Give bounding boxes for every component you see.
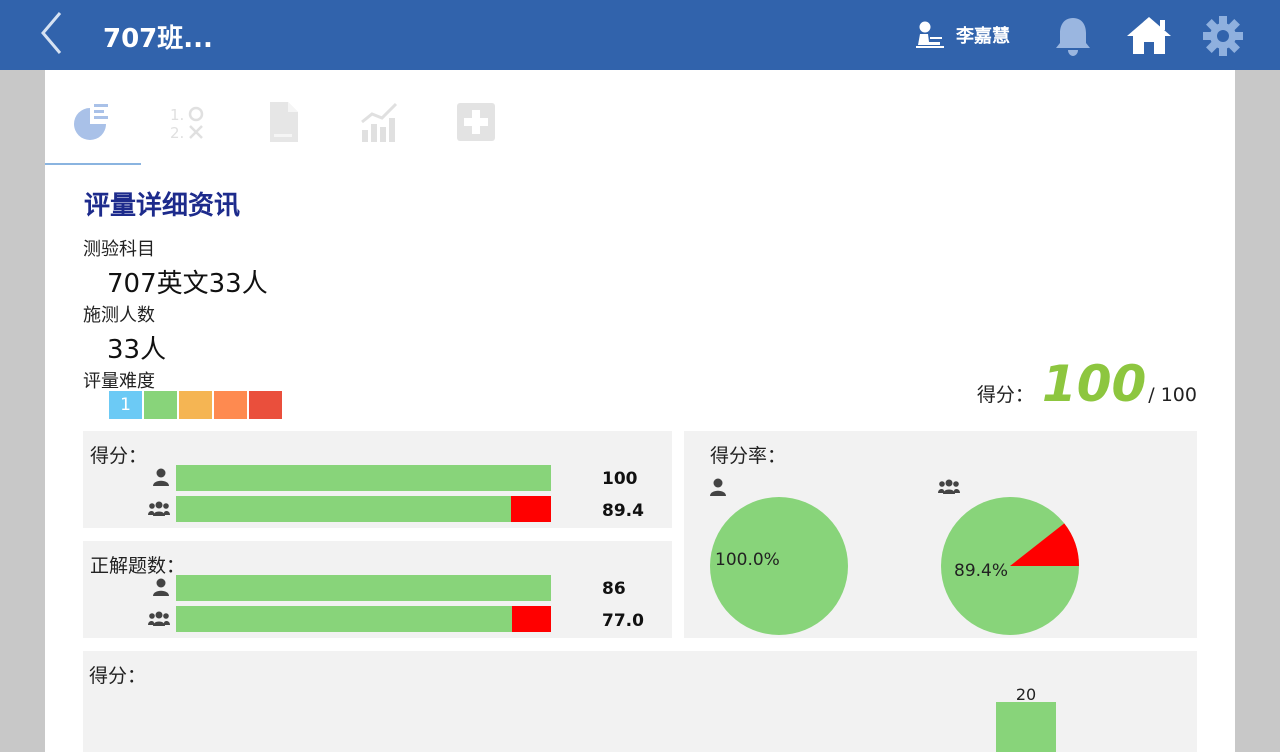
score-class-value: 89.4 xyxy=(602,501,644,521)
plus-icon xyxy=(457,103,495,141)
tab-trend[interactable] xyxy=(350,94,410,150)
self-rate-label: 100.0% xyxy=(715,550,780,570)
score-self-bar xyxy=(176,465,551,491)
home-icon xyxy=(1127,17,1171,54)
group-icon xyxy=(148,611,170,626)
user-name: 李嘉慧 xyxy=(956,26,1010,47)
score-summary: 得分： 100 / 100 xyxy=(977,355,1197,413)
score-box-title: 得分： xyxy=(90,445,148,467)
svg-text:2.: 2. xyxy=(170,124,184,142)
difficulty-level-5 xyxy=(249,391,282,419)
active-tab-indicator xyxy=(45,163,141,165)
score-compare-box: 得分： 100 89.4 xyxy=(83,431,672,528)
main-panel: 1. 2. 评量详细资讯 测验科目 707英文33人 施测人数 33人 评量难度… xyxy=(45,70,1235,752)
difficulty-level-2 xyxy=(144,391,177,419)
student-user-icon xyxy=(916,21,944,48)
correct-self-value: 86 xyxy=(602,579,626,599)
gear-icon xyxy=(1203,16,1243,56)
page-title: 707班... xyxy=(103,24,213,54)
tab-report[interactable] xyxy=(62,94,122,150)
difficulty-scale: 1 xyxy=(109,391,282,419)
group-icon xyxy=(938,479,960,494)
chevron-left-icon xyxy=(41,12,62,54)
document-icon xyxy=(270,102,298,142)
score-rate-box: 得分率： 100.0% 89.4% xyxy=(684,431,1197,638)
score-class-bar xyxy=(176,496,551,522)
correct-class-value: 77.0 xyxy=(602,611,644,631)
pie-report-icon xyxy=(74,104,108,140)
back-button[interactable] xyxy=(30,8,76,58)
score-distribution-box: 得分： 20 xyxy=(83,651,1197,752)
tab-add[interactable] xyxy=(446,94,506,150)
wrong-portion xyxy=(511,496,551,522)
difficulty-level-3 xyxy=(179,391,212,419)
top-bar: 707班... 李嘉慧 xyxy=(0,0,1280,70)
score-max: / 100 xyxy=(1148,384,1197,406)
tab-document[interactable] xyxy=(254,94,314,150)
home-button[interactable] xyxy=(1124,14,1174,58)
count-label: 施测人数 xyxy=(83,305,155,326)
histogram-bar xyxy=(996,702,1056,752)
person-icon xyxy=(153,468,169,486)
wrong-portion xyxy=(511,606,551,632)
class-rate-label: 89.4% xyxy=(954,561,1009,581)
bell-icon xyxy=(1056,18,1090,56)
count-value: 33人 xyxy=(107,335,167,365)
histogram-title: 得分： xyxy=(89,665,147,687)
group-icon xyxy=(148,501,170,516)
score-summary-label: 得分： xyxy=(976,384,1034,406)
answer-sheet-icon: 1. 2. xyxy=(170,106,204,142)
rate-box-title: 得分率： xyxy=(710,445,787,467)
user-profile[interactable]: 李嘉慧 xyxy=(914,20,1010,50)
score-value: 100 xyxy=(1041,355,1147,413)
correct-box-title: 正解题数： xyxy=(90,555,186,577)
svg-text:1.: 1. xyxy=(170,106,184,124)
difficulty-level-4 xyxy=(214,391,247,419)
difficulty-label: 评量难度 xyxy=(83,371,155,392)
person-icon xyxy=(153,578,169,596)
person-icon xyxy=(710,478,726,496)
score-self-value: 100 xyxy=(602,469,638,489)
subject-value: 707英文33人 xyxy=(107,269,268,299)
correct-class-bar xyxy=(176,606,551,632)
subject-label: 测验科目 xyxy=(83,239,155,260)
settings-button[interactable] xyxy=(1200,13,1246,59)
section-title: 评量详细资讯 xyxy=(84,191,241,221)
correct-self-bar xyxy=(176,575,551,601)
correct-compare-box: 正解题数： 86 77.0 xyxy=(83,541,672,638)
difficulty-level-1: 1 xyxy=(109,391,142,419)
tab-answers[interactable]: 1. 2. xyxy=(158,94,218,150)
trend-chart-icon xyxy=(361,102,398,142)
notification-button[interactable] xyxy=(1052,14,1094,58)
